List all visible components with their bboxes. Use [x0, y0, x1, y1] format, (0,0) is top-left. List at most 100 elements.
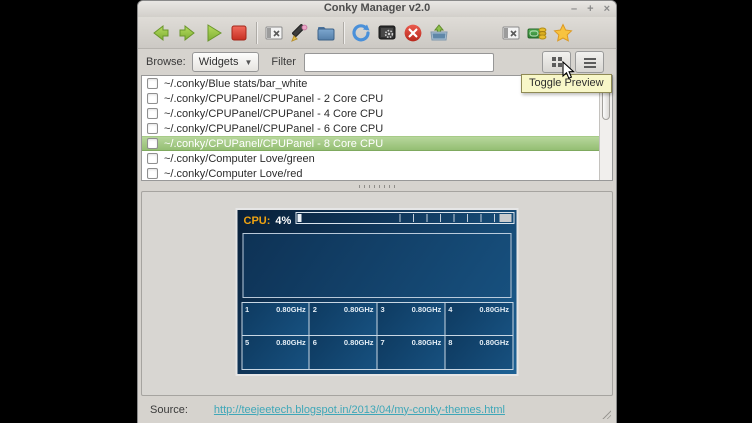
grid-view-icon	[551, 56, 563, 68]
open-folder-button[interactable]	[313, 20, 339, 46]
widget-window-icon	[264, 23, 284, 43]
core-id: 3	[381, 305, 385, 314]
toolbar	[138, 17, 616, 49]
filter-input[interactable]	[304, 53, 494, 72]
core-cell: 5 0.80GHz	[241, 335, 310, 370]
cpu-usage-value: 4%	[275, 215, 291, 227]
list-item-selected[interactable]: ~/.conky/CPUPanel/CPUPanel - 8 Core CPU	[142, 136, 599, 151]
cpu-bar-fill	[298, 214, 302, 222]
core-cell: 4 0.80GHz	[444, 302, 513, 337]
theme-checkbox[interactable]	[147, 78, 158, 89]
red-close-circle-icon	[402, 22, 424, 44]
stop-icon	[228, 22, 250, 44]
core-freq: 0.80GHz	[276, 338, 306, 347]
core-id: 1	[245, 305, 249, 314]
core-freq: 0.80GHz	[479, 338, 509, 347]
previous-button[interactable]	[148, 20, 174, 46]
core-freq: 0.80GHz	[412, 338, 442, 347]
core-id: 4	[448, 305, 452, 314]
core-id: 5	[245, 338, 249, 347]
core-cell: 6 0.80GHz	[309, 335, 378, 370]
list-view-icon	[583, 56, 597, 68]
arrow-left-icon	[150, 22, 172, 44]
cpu-bar-segments	[400, 214, 500, 222]
core-cell: 3 0.80GHz	[377, 302, 446, 337]
theme-label: ~/.conky/Computer Love/red	[164, 168, 303, 180]
core-id: 2	[313, 305, 317, 314]
mouse-cursor-icon	[562, 61, 576, 81]
core-cell: 2 0.80GHz	[309, 302, 378, 337]
browse-label: Browse:	[146, 56, 186, 68]
pencil-icon	[289, 22, 311, 44]
window-title: Conky Manager v2.0	[138, 2, 616, 14]
next-button[interactable]	[174, 20, 200, 46]
theme-label: ~/.conky/CPUPanel/CPUPanel - 6 Core CPU	[164, 123, 383, 135]
core-id: 6	[313, 338, 317, 347]
theme-label: ~/.conky/Blue stats/bar_white	[164, 78, 307, 90]
core-freq: 0.80GHz	[412, 305, 442, 314]
donate-button[interactable]	[524, 20, 550, 46]
core-freq: 0.80GHz	[276, 305, 306, 314]
widget-window-icon	[501, 23, 521, 43]
start-button[interactable]	[200, 20, 226, 46]
toolbar-separator	[256, 22, 257, 44]
star-icon	[552, 22, 574, 44]
theme-checkbox[interactable]	[147, 138, 158, 149]
kill-button[interactable]	[400, 20, 426, 46]
toggle-list-button[interactable]	[575, 51, 604, 73]
conky-manager-window: Conky Manager v2.0 – + ×	[137, 0, 617, 423]
pane-splitter[interactable]	[141, 181, 613, 191]
refresh-button[interactable]	[348, 20, 374, 46]
cpu-usage-bar	[296, 212, 515, 224]
list-item[interactable]: ~/.conky/CPUPanel/CPUPanel - 4 Core CPU	[142, 106, 599, 121]
core-id: 7	[381, 338, 385, 347]
list-item[interactable]: ~/.conky/Computer Love/green	[142, 151, 599, 166]
refresh-icon	[350, 22, 372, 44]
theme-checkbox[interactable]	[147, 123, 158, 134]
star-button[interactable]	[550, 20, 576, 46]
theme-label: ~/.conky/CPUPanel/CPUPanel - 2 Core CPU	[164, 93, 383, 105]
desktop-settings-button[interactable]	[374, 20, 400, 46]
edit-button[interactable]	[287, 20, 313, 46]
source-label: Source:	[150, 404, 188, 416]
titlebar[interactable]: Conky Manager v2.0 – + ×	[138, 1, 616, 17]
toolbar-separator	[343, 22, 344, 44]
toggle-widget-button[interactable]	[261, 20, 287, 46]
list-item[interactable]: ~/.conky/CPUPanel/CPUPanel - 2 Core CPU	[142, 91, 599, 106]
browse-bar: Browse: Widgets ▼ Filter	[138, 49, 616, 75]
toggle-widget-button-2[interactable]	[498, 20, 524, 46]
conky-widget-preview: CPU: 4% 1 0.80GHz 2 0.80GHz 3	[236, 208, 519, 376]
core-freq: 0.80GHz	[479, 305, 509, 314]
desktop-gear-icon	[376, 22, 398, 44]
folder-icon	[315, 22, 337, 44]
core-id: 8	[448, 338, 452, 347]
core-freq: 0.80GHz	[344, 338, 374, 347]
donate-money-icon	[526, 22, 548, 44]
theme-checkbox[interactable]	[147, 168, 158, 179]
stop-button[interactable]	[226, 20, 252, 46]
import-box-icon	[428, 22, 450, 44]
theme-checkbox[interactable]	[147, 153, 158, 164]
theme-checkbox[interactable]	[147, 108, 158, 119]
theme-checkbox[interactable]	[147, 93, 158, 104]
chevron-down-icon: ▼	[245, 58, 253, 67]
close-button[interactable]: ×	[604, 2, 610, 16]
footer: Source: http://teejeetech.blogspot.in/20…	[138, 396, 616, 423]
list-item[interactable]: ~/.conky/Computer Love/red	[142, 166, 599, 181]
minimize-button[interactable]: –	[571, 2, 577, 16]
maximize-button[interactable]: +	[587, 2, 593, 16]
cpu-bar-block	[500, 214, 512, 222]
resize-grip-icon[interactable]	[601, 409, 611, 419]
filter-label: Filter	[271, 56, 295, 68]
source-link[interactable]: http://teejeetech.blogspot.in/2013/04/my…	[214, 404, 505, 416]
arrow-right-icon	[176, 22, 198, 44]
theme-label: ~/.conky/CPUPanel/CPUPanel - 8 Core CPU	[164, 138, 383, 150]
theme-label: ~/.conky/CPUPanel/CPUPanel - 4 Core CPU	[164, 108, 383, 120]
list-item[interactable]: ~/.conky/CPUPanel/CPUPanel - 6 Core CPU	[142, 121, 599, 136]
splitter-grip-icon	[359, 185, 395, 188]
browse-dropdown[interactable]: Widgets ▼	[192, 52, 260, 72]
cpu-graph-area	[243, 233, 512, 298]
preview-pane: CPU: 4% 1 0.80GHz 2 0.80GHz 3	[141, 191, 613, 396]
core-cell: 1 0.80GHz	[241, 302, 310, 337]
import-button[interactable]	[426, 20, 452, 46]
